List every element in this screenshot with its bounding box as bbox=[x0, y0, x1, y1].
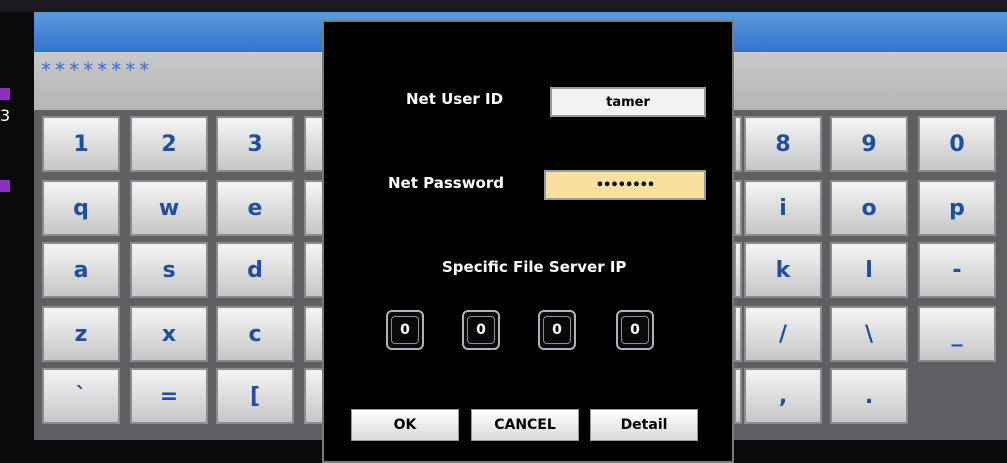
keyboard-key-right-0-1[interactable]: 9 bbox=[830, 116, 908, 172]
ip-octet-2-value: 0 bbox=[467, 316, 495, 344]
ip-octet-4-value: 0 bbox=[621, 316, 649, 344]
keyboard-key-right-4-1[interactable]: . bbox=[830, 368, 908, 424]
keyboard-key-partial-left-2[interactable] bbox=[304, 242, 324, 298]
ip-octet-1-value: 0 bbox=[391, 316, 419, 344]
masked-entry-text: ******** bbox=[40, 58, 153, 82]
keyboard-key-left-2-1[interactable]: s bbox=[130, 242, 208, 298]
keyboard-key-right-1-1[interactable]: o bbox=[830, 180, 908, 236]
keyboard-key-right-4-0[interactable]: , bbox=[744, 368, 822, 424]
keyboard-key-partial-left-1[interactable] bbox=[304, 180, 324, 236]
keyboard-key-left-3-0[interactable]: z bbox=[42, 306, 120, 362]
keyboard-key-right-2-0[interactable]: k bbox=[744, 242, 822, 298]
keyboard-key-right-3-2[interactable]: _ bbox=[918, 306, 996, 362]
keyboard-key-left-1-1[interactable]: w bbox=[130, 180, 208, 236]
keyboard-key-partial-right-4[interactable] bbox=[734, 368, 742, 424]
keyboard-key-left-3-2[interactable]: c bbox=[216, 306, 294, 362]
keyboard-key-right-2-1[interactable]: l bbox=[830, 242, 908, 298]
keyboard-key-left-0-0[interactable]: 1 bbox=[42, 116, 120, 172]
keyboard-key-left-1-0[interactable]: q bbox=[42, 180, 120, 236]
keyboard-key-left-3-1[interactable]: x bbox=[130, 306, 208, 362]
keyboard-key-partial-left-0[interactable] bbox=[304, 116, 324, 172]
ip-octet-3-field[interactable]: 0 bbox=[538, 310, 576, 350]
keyboard-key-left-0-2[interactable]: 3 bbox=[216, 116, 294, 172]
side-accent-bar bbox=[0, 180, 10, 192]
keyboard-key-right-0-2[interactable]: 0 bbox=[918, 116, 996, 172]
keyboard-key-right-1-2[interactable]: p bbox=[918, 180, 996, 236]
keyboard-key-partial-right-0[interactable] bbox=[734, 116, 742, 172]
network-login-dialog: Net User ID tamer Net Password •••••••• … bbox=[322, 20, 734, 463]
net-user-id-label: Net User ID bbox=[406, 90, 504, 108]
keyboard-key-right-3-0[interactable]: / bbox=[744, 306, 822, 362]
keyboard-key-right-2-2[interactable]: - bbox=[918, 242, 996, 298]
keyboard-key-right-1-0[interactable]: i bbox=[744, 180, 822, 236]
keyboard-key-left-2-0[interactable]: a bbox=[42, 242, 120, 298]
keyboard-key-left-2-2[interactable]: d bbox=[216, 242, 294, 298]
keyboard-key-partial-left-4[interactable] bbox=[304, 368, 324, 424]
keyboard-key-left-1-2[interactable]: e bbox=[216, 180, 294, 236]
keyboard-key-partial-right-1[interactable] bbox=[734, 180, 742, 236]
keyboard-key-right-3-1[interactable]: \ bbox=[830, 306, 908, 362]
keyboard-key-partial-right-3[interactable] bbox=[734, 306, 742, 362]
side-accent-bar bbox=[0, 88, 10, 100]
net-user-id-field[interactable]: tamer bbox=[550, 87, 706, 117]
keyboard-key-left-4-1[interactable]: = bbox=[130, 368, 208, 424]
ip-octet-3-value: 0 bbox=[543, 316, 571, 344]
net-password-field[interactable]: •••••••• bbox=[544, 170, 706, 200]
ip-octet-1-field[interactable]: 0 bbox=[386, 310, 424, 350]
keyboard-key-left-4-0[interactable]: ` bbox=[42, 368, 120, 424]
net-password-label: Net Password bbox=[388, 174, 504, 192]
ip-octet-4-field[interactable]: 0 bbox=[616, 310, 654, 350]
detail-button[interactable]: Detail bbox=[590, 409, 698, 441]
ok-button[interactable]: OK bbox=[351, 409, 459, 441]
keyboard-key-left-4-2[interactable]: [ bbox=[216, 368, 294, 424]
file-server-ip-label: Specific File Server IP bbox=[442, 258, 627, 276]
keyboard-key-partial-left-3[interactable] bbox=[304, 306, 324, 362]
keyboard-key-left-0-1[interactable]: 2 bbox=[130, 116, 208, 172]
keyboard-key-partial-right-2[interactable] bbox=[734, 242, 742, 298]
ip-octet-2-field[interactable]: 0 bbox=[462, 310, 500, 350]
keyboard-key-right-0-0[interactable]: 8 bbox=[744, 116, 822, 172]
side-glyph: 3 bbox=[0, 106, 11, 125]
cancel-button[interactable]: CANCEL bbox=[471, 409, 579, 441]
top-strip bbox=[0, 0, 1007, 12]
